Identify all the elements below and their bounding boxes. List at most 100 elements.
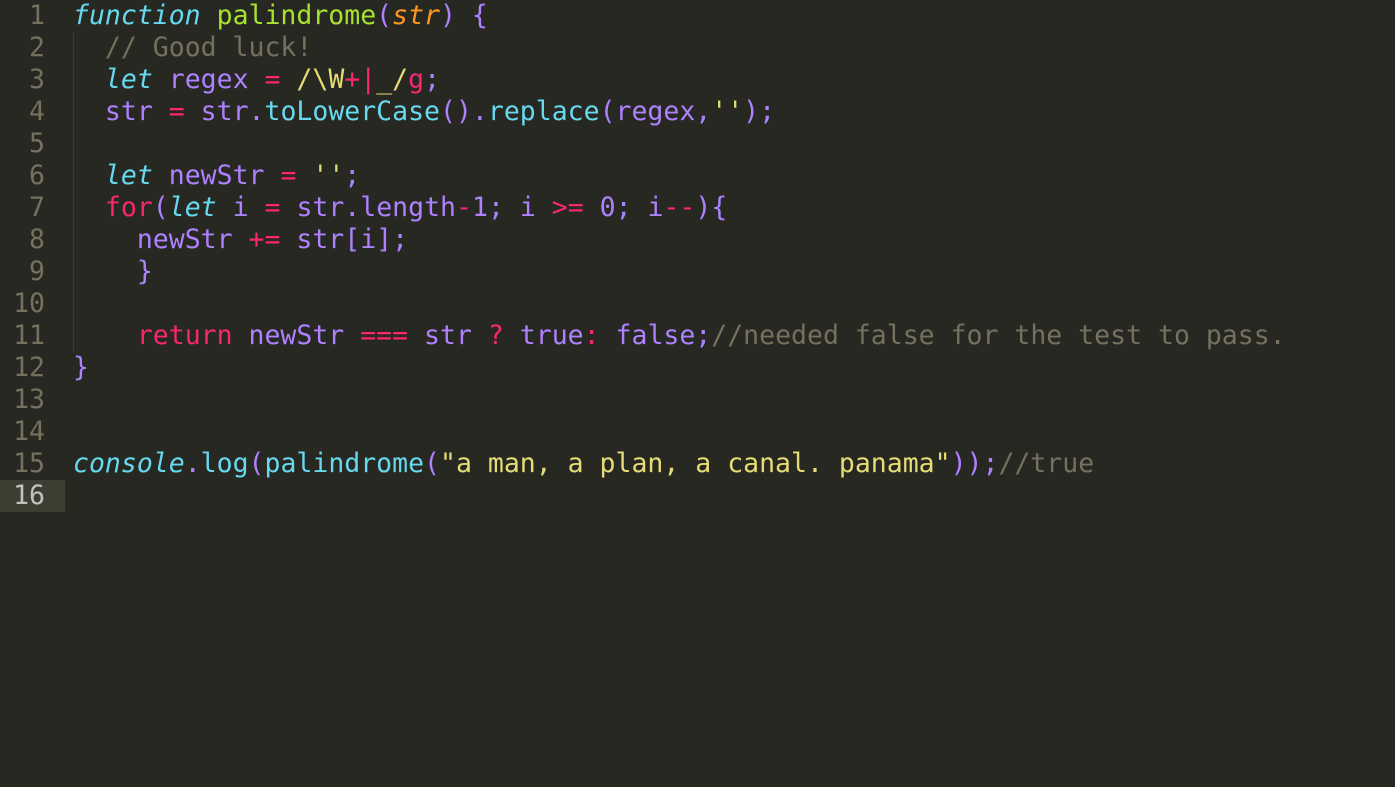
code-token: (). — [440, 96, 488, 127]
code-token: ( — [424, 448, 441, 479]
code-token: toLowerCase — [264, 96, 441, 127]
code-line[interactable]: let regex = /\W+|_/g; — [73, 64, 440, 96]
code-token: function — [73, 0, 201, 31]
code-token: _/ — [376, 64, 409, 95]
code-token: ( — [376, 0, 393, 31]
code-token: . — [184, 448, 201, 479]
code-token: let — [104, 64, 153, 95]
code-token: return — [136, 320, 233, 351]
code-token: palindrome — [216, 0, 377, 31]
code-token: ){ — [695, 192, 728, 223]
line-number: 12 — [13, 352, 45, 383]
code-token: = — [264, 192, 281, 223]
line-number: 11 — [13, 320, 45, 351]
code-token: console — [73, 448, 185, 479]
code-token: } — [73, 352, 89, 383]
line-number: 3 — [29, 64, 45, 95]
code-token: ; — [344, 160, 361, 191]
code-token: = — [168, 96, 185, 127]
line-number: 9 — [29, 256, 45, 287]
code-token: ( — [248, 448, 265, 479]
code-token: : — [583, 320, 600, 351]
code-token: '' — [711, 96, 744, 127]
code-line[interactable]: newStr += str[i]; — [73, 224, 408, 256]
code-token: '' — [312, 160, 345, 191]
code-token: ; — [424, 64, 441, 95]
code-token: ? — [487, 320, 504, 351]
code-token: )); — [950, 448, 999, 479]
code-token: newStr — [232, 320, 361, 351]
code-line[interactable]: str = str.toLowerCase().replace(regex,''… — [73, 96, 775, 128]
code-token: length — [360, 192, 456, 223]
code-line[interactable]: let newStr = ''; — [73, 160, 360, 192]
code-token: str — [392, 0, 440, 31]
code-token: newStr — [152, 160, 281, 191]
code-token: newStr — [136, 224, 249, 255]
code-line[interactable]: return newStr === str ? true: false;//ne… — [73, 320, 1286, 352]
code-token: } — [73, 256, 153, 287]
code-token: = — [280, 160, 297, 191]
code-token: ; i — [487, 192, 552, 223]
code-token: str. — [184, 96, 265, 127]
line-number: 1 — [29, 0, 45, 31]
line-number: 7 — [29, 192, 45, 223]
code-token: ) { — [440, 0, 488, 31]
code-token: 0 — [599, 192, 616, 223]
line-number: 6 — [29, 160, 45, 191]
code-token: (regex, — [599, 96, 712, 127]
code-token: str. — [280, 192, 361, 223]
code-token: === — [360, 320, 409, 351]
code-line[interactable]: // Good luck! — [73, 32, 312, 64]
code-token: = — [264, 64, 281, 95]
line-number: 16 — [0, 480, 65, 512]
code-token: /\W — [296, 64, 345, 95]
code-line[interactable]: function palindrome(str) { — [73, 0, 488, 32]
code-token: log — [200, 448, 249, 479]
code-editor[interactable]: 1 2 3 4 5 6 7 8 9 10 11 12 13 14 15 16 function palindr… — [0, 0, 1395, 787]
code-token: false; — [599, 320, 712, 351]
code-token: - — [456, 192, 472, 223]
code-token: str — [104, 96, 169, 127]
code-token: ( — [152, 192, 169, 223]
code-token: 1 — [471, 192, 488, 223]
line-number-gutter: 1 2 3 4 5 6 7 8 9 10 11 12 13 14 15 16 — [0, 0, 65, 787]
code-token: let — [168, 192, 217, 223]
line-number: 4 — [29, 96, 45, 127]
code-token: g — [408, 64, 425, 95]
code-token: replace — [487, 96, 600, 127]
code-token: >= — [551, 192, 584, 223]
line-number: 13 — [13, 384, 45, 415]
code-token: ; i — [615, 192, 664, 223]
code-token: let — [104, 160, 153, 191]
code-line[interactable]: for(let i = str.length-1; i >= 0; i--){ — [73, 192, 727, 224]
code-token: // Good luck! — [104, 32, 313, 63]
code-token: -- — [663, 192, 696, 223]
code-line[interactable]: } — [73, 256, 153, 288]
code-token: true — [503, 320, 584, 351]
code-area[interactable]: function palindrome(str) { // Good luck!… — [73, 0, 1395, 787]
code-token: += — [248, 224, 281, 255]
code-line[interactable]: } — [73, 352, 89, 384]
line-number: 14 — [13, 416, 45, 447]
code-line[interactable]: console.log(palindrome("a man, a plan, a… — [73, 448, 1094, 480]
line-number: 10 — [13, 288, 45, 319]
code-token: +| — [344, 64, 377, 95]
code-token: //needed false for the test to pass. — [711, 320, 1286, 351]
code-token: palindrome — [264, 448, 425, 479]
code-token: i — [216, 192, 265, 223]
code-token: regex — [152, 64, 265, 95]
line-number: 2 — [29, 32, 45, 63]
code-token: "a man, a plan, a canal. panama" — [440, 448, 951, 479]
line-number: 8 — [29, 224, 45, 255]
code-token: str — [408, 320, 488, 351]
